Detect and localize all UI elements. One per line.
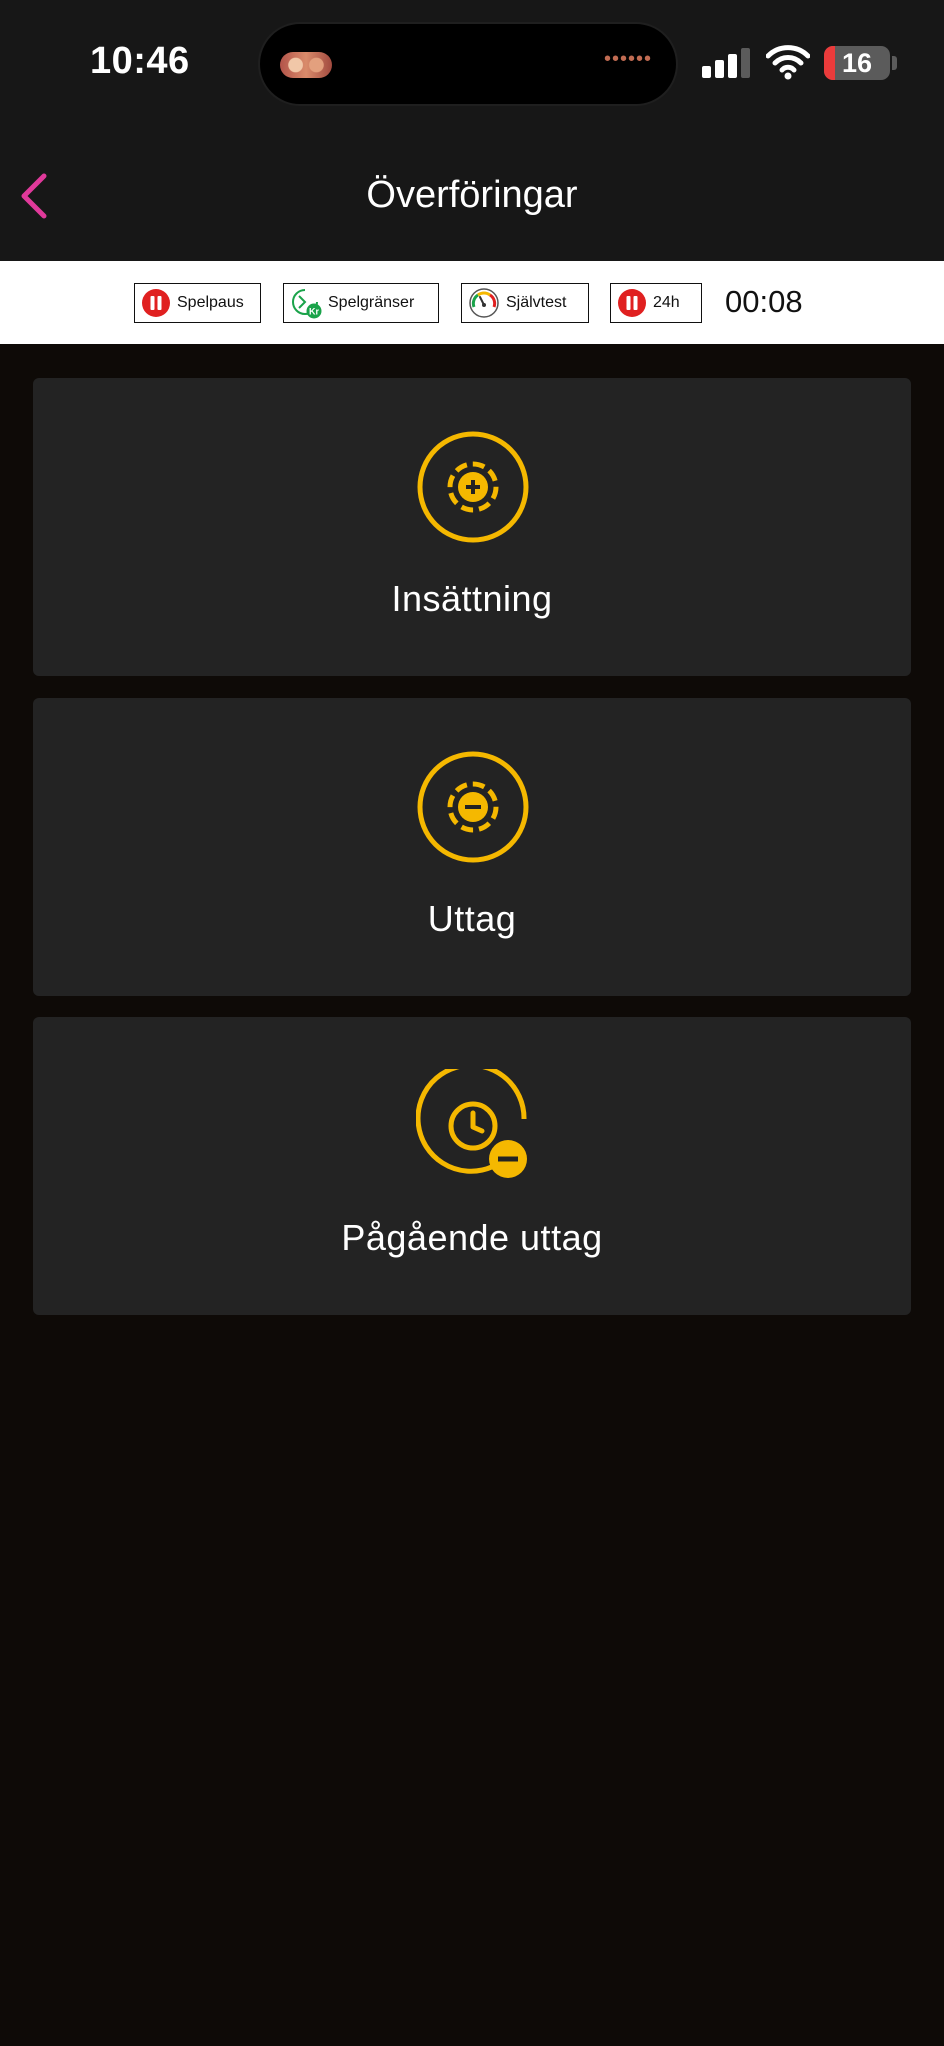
pending-withdrawal-clock-icon bbox=[416, 1069, 527, 1178]
page-title: Överföringar bbox=[366, 174, 578, 216]
limits-clock-icon: Kr bbox=[292, 289, 322, 319]
pause-24h-button[interactable]: 24h bbox=[610, 283, 702, 323]
session-timer: 00:08 bbox=[725, 284, 803, 319]
battery-level: 16 bbox=[841, 48, 873, 78]
sjalvtest-button[interactable]: Självtest bbox=[461, 283, 589, 323]
pending-withdrawal-label: Pågående uttag bbox=[341, 1217, 603, 1258]
deposit-card[interactable]: Insättning bbox=[33, 378, 911, 676]
battery-indicator: 16 bbox=[824, 46, 890, 80]
dynamic-island[interactable]: •••••• bbox=[258, 22, 678, 106]
spelgranser-label: Spelgränser bbox=[328, 294, 415, 311]
deposit-plus-icon bbox=[417, 431, 529, 543]
withdraw-card[interactable]: Uttag bbox=[33, 698, 911, 996]
pending-withdrawal-card[interactable]: Pågående uttag bbox=[33, 1017, 911, 1315]
spelpaus-label: Spelpaus bbox=[177, 294, 244, 311]
withdraw-label: Uttag bbox=[427, 898, 517, 939]
spelpaus-button[interactable]: Spelpaus bbox=[134, 283, 261, 323]
spelgranser-button[interactable]: Kr Spelgränser bbox=[283, 283, 439, 323]
withdraw-minus-icon bbox=[417, 751, 529, 863]
status-time: 10:46 bbox=[90, 40, 190, 82]
svg-text:Kr: Kr bbox=[309, 307, 319, 317]
pause-icon bbox=[142, 289, 170, 317]
cellular-signal-icon bbox=[702, 48, 752, 78]
live-activity-dots-icon: •••••• bbox=[603, 48, 652, 70]
battery-tip bbox=[892, 56, 897, 70]
gauge-icon bbox=[469, 288, 499, 318]
deposit-label: Insättning bbox=[391, 578, 553, 619]
live-activity-thumbnail bbox=[280, 52, 332, 78]
sjalvtest-label: Självtest bbox=[506, 294, 567, 311]
pause-icon bbox=[618, 289, 646, 317]
pause-24h-label: 24h bbox=[653, 294, 680, 311]
wifi-icon bbox=[766, 45, 810, 80]
